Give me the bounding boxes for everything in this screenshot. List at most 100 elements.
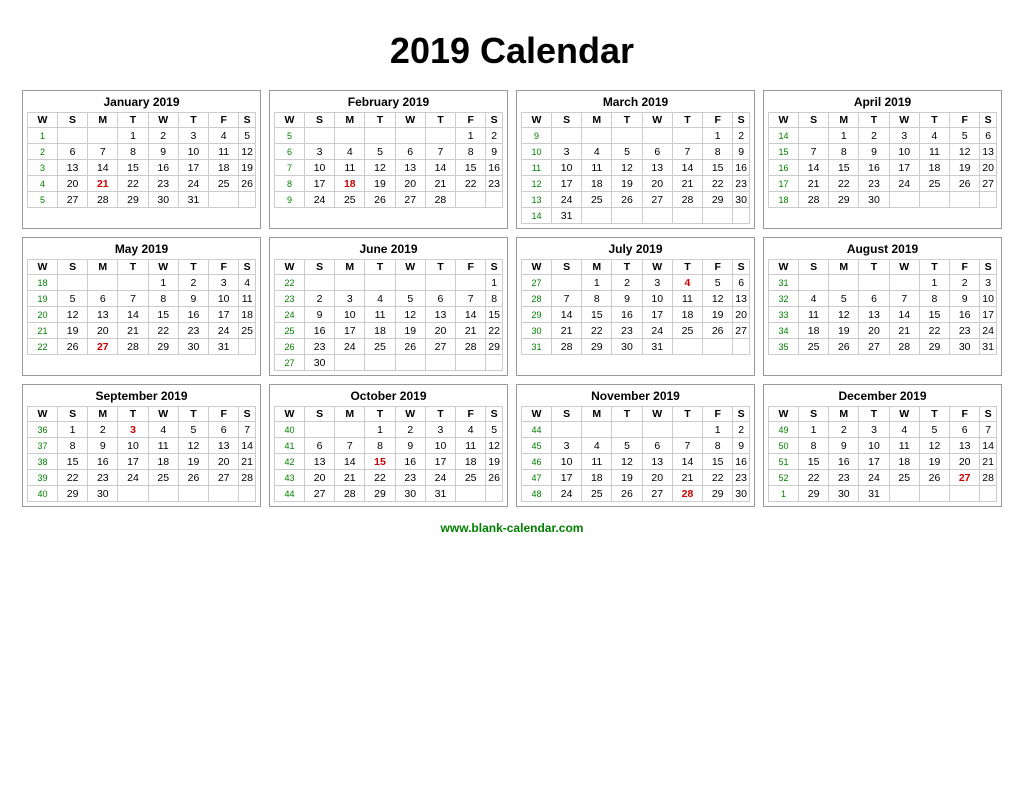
- day-header: T: [919, 260, 949, 275]
- day-header: F: [703, 260, 733, 275]
- calendar-day: 20: [88, 323, 118, 339]
- day-header: T: [612, 260, 642, 275]
- calendar-day: 19: [950, 160, 980, 176]
- calendar-day: 2: [304, 291, 334, 307]
- calendar-day: 30: [829, 486, 859, 502]
- calendar-day: 2: [178, 275, 208, 291]
- calendar-day: 21: [798, 176, 828, 192]
- calendar-day: [425, 355, 455, 371]
- calendar-day: 25: [582, 192, 612, 208]
- calendar-day: 10: [551, 160, 581, 176]
- week-number: 47: [522, 470, 552, 486]
- calendar-day: 27: [209, 470, 239, 486]
- calendar-day: 23: [950, 323, 980, 339]
- calendar-day: 21: [335, 470, 365, 486]
- calendar-day: 9: [733, 144, 750, 160]
- day-header: W: [889, 407, 919, 422]
- month-table: WSMTWTFS49123456750891011121314511516171…: [768, 406, 997, 502]
- calendar-day: 22: [456, 176, 486, 192]
- calendar-day: [829, 275, 859, 291]
- calendar-day: 14: [980, 438, 997, 454]
- calendar-day: 27: [733, 323, 750, 339]
- calendar-day: 12: [703, 291, 733, 307]
- week-number: 51: [769, 454, 799, 470]
- calendar-day: 6: [950, 422, 980, 438]
- day-header: M: [582, 113, 612, 128]
- day-header: W: [275, 407, 305, 422]
- calendar-day: 29: [798, 486, 828, 502]
- calendar-day: 3: [178, 128, 208, 144]
- calendar-day: 13: [980, 144, 997, 160]
- month-block: September 2019WSMTWTFS361234567378910111…: [22, 384, 261, 507]
- calendar-day: 15: [148, 307, 178, 323]
- calendar-day: 9: [178, 291, 208, 307]
- week-number: 49: [769, 422, 799, 438]
- week-number: 13: [522, 192, 552, 208]
- calendar-day: 19: [612, 176, 642, 192]
- calendar-day: 5: [612, 438, 642, 454]
- calendar-day: 13: [57, 160, 87, 176]
- week-number: 8: [275, 176, 305, 192]
- week-number: 52: [769, 470, 799, 486]
- day-header: W: [275, 113, 305, 128]
- special-day: 18: [335, 176, 365, 192]
- day-header: W: [28, 407, 58, 422]
- calendar-day: 15: [486, 307, 503, 323]
- week-number: 37: [28, 438, 58, 454]
- calendar-day: [395, 128, 425, 144]
- calendar-day: 23: [148, 176, 178, 192]
- day-header: T: [859, 113, 889, 128]
- week-number: 50: [769, 438, 799, 454]
- calendar-day: 26: [365, 192, 395, 208]
- day-header: F: [950, 260, 980, 275]
- week-number: 2: [28, 144, 58, 160]
- calendar-day: 23: [733, 176, 750, 192]
- calendar-day: 27: [859, 339, 889, 355]
- calendar-day: 27: [642, 486, 672, 502]
- calendar-day: 24: [178, 176, 208, 192]
- calendar-day: [582, 422, 612, 438]
- calendar-day: 27: [304, 486, 334, 502]
- calendar-day: 18: [582, 470, 612, 486]
- calendar-day: 27: [395, 192, 425, 208]
- special-day: 21: [88, 176, 118, 192]
- calendar-day: 4: [209, 128, 239, 144]
- calendar-day: 28: [335, 486, 365, 502]
- calendar-day: 20: [642, 176, 672, 192]
- day-header: S: [486, 260, 503, 275]
- month-table: WSMTWTFS44124534567894610111213141516471…: [521, 406, 750, 502]
- week-number: 22: [275, 275, 305, 291]
- calendar-day: 5: [919, 422, 949, 438]
- week-number: 18: [28, 275, 58, 291]
- calendar-day: 24: [304, 192, 334, 208]
- calendar-day: 6: [304, 438, 334, 454]
- day-header: W: [395, 407, 425, 422]
- calendar-day: 31: [425, 486, 455, 502]
- calendar-day: 9: [950, 291, 980, 307]
- calendar-day: 12: [395, 307, 425, 323]
- week-number: 16: [769, 160, 799, 176]
- calendar-day: 6: [642, 438, 672, 454]
- week-number: 5: [28, 192, 58, 208]
- calendar-day: 2: [859, 128, 889, 144]
- page-title: 2019 Calendar: [390, 30, 634, 72]
- week-number: 46: [522, 454, 552, 470]
- calendar-day: [239, 192, 256, 208]
- calendar-day: 19: [365, 176, 395, 192]
- calendar-day: 22: [582, 323, 612, 339]
- calendar-day: 13: [395, 160, 425, 176]
- calendar-day: 23: [88, 470, 118, 486]
- calendar-day: 16: [733, 454, 750, 470]
- month-block: November 2019WSMTWTFS4412453456789461011…: [516, 384, 755, 507]
- calendar-day: 7: [980, 422, 997, 438]
- calendar-day: 7: [798, 144, 828, 160]
- calendar-day: 2: [148, 128, 178, 144]
- calendar-day: 18: [456, 454, 486, 470]
- calendar-day: 20: [733, 307, 750, 323]
- calendar-day: 27: [642, 192, 672, 208]
- calendar-day: 4: [798, 291, 828, 307]
- month-title: November 2019: [521, 389, 750, 403]
- calendar-day: 30: [612, 339, 642, 355]
- day-header: T: [919, 113, 949, 128]
- calendar-day: 19: [919, 454, 949, 470]
